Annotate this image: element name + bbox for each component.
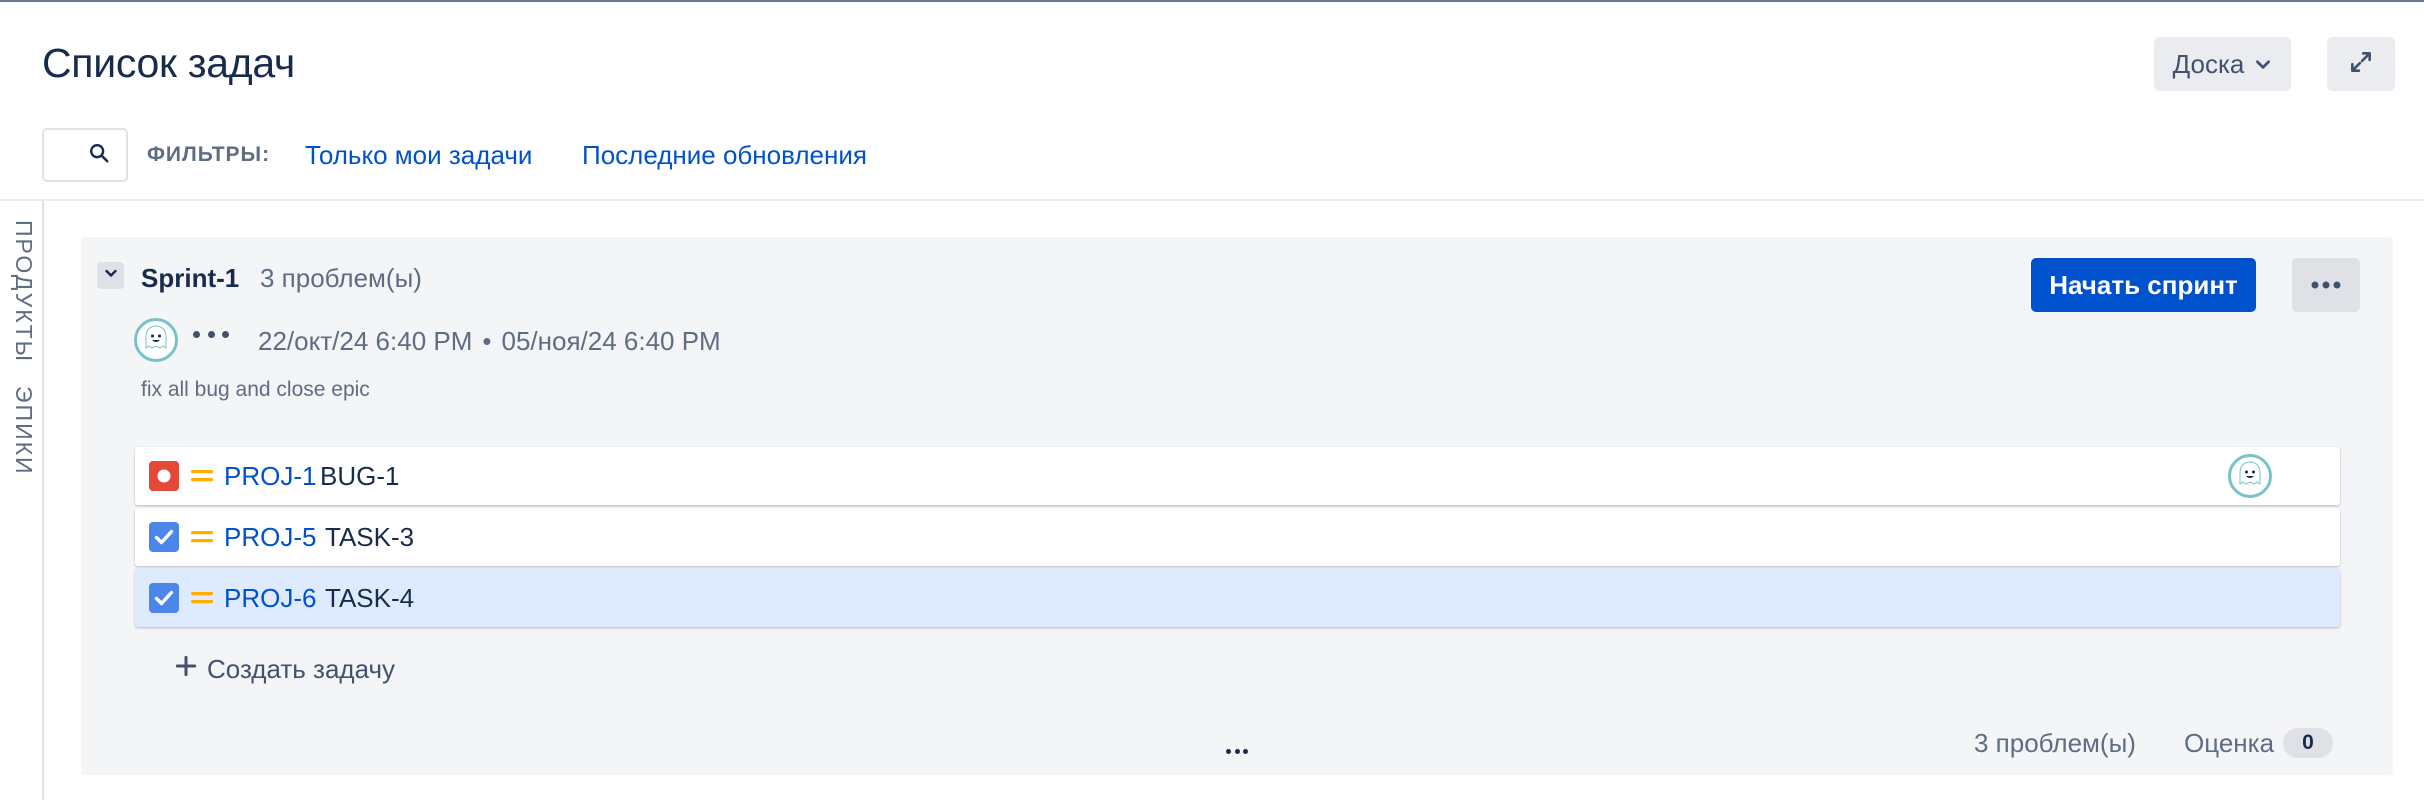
fullscreen-button[interactable] (2327, 37, 2395, 91)
filters-label: ФИЛЬТРЫ: (147, 143, 271, 166)
estimate-label: Оценка (2184, 728, 2275, 758)
sprint-end-date: 05/ноя/24 6:40 PM (501, 326, 721, 356)
avatar[interactable] (134, 318, 178, 362)
chevron-down-icon (2254, 49, 2272, 80)
create-issue-button[interactable]: Создать задачу (173, 653, 395, 686)
issue-key[interactable]: PROJ-1 (224, 461, 316, 492)
estimate-badge: 0 (2283, 728, 2333, 758)
sprint-container (81, 237, 2393, 775)
sprint-collapse-button[interactable] (97, 262, 124, 289)
filter-only-my-issues[interactable]: Только мои задачи (305, 140, 532, 171)
issue-summary: TASK-3 (325, 521, 415, 552)
filter-recently-updated[interactable]: Последние обновления (582, 140, 867, 171)
task-icon (149, 583, 179, 613)
side-tab-epics[interactable]: ЭПИКИ (10, 386, 37, 476)
issue-summary: BUG-1 (320, 460, 400, 491)
issue-row[interactable]: PROJ-1 BUG-1 (135, 447, 2340, 505)
chevron-down-icon (103, 265, 119, 286)
sprint-start-date: 22/окт/24 6:40 PM (258, 326, 473, 356)
bug-icon (149, 461, 179, 491)
issue-row[interactable]: PROJ-5 TASK-3 (135, 508, 2340, 566)
issue-key[interactable]: PROJ-5 (224, 522, 316, 553)
top-rule (0, 0, 2424, 2)
plus-icon (173, 653, 199, 686)
board-button-label: Доска (2172, 48, 2245, 79)
sprint-dates: 22/окт/24 6:40 PM • 05/ноя/24 6:40 PM (258, 326, 721, 357)
create-issue-label: Создать задачу (207, 654, 396, 684)
sprint-name: Sprint-1 (141, 263, 240, 293)
side-tab-versions[interactable]: ПРОДУКТЫ (10, 220, 37, 363)
start-sprint-button[interactable]: Начать спринт (2031, 258, 2256, 312)
issue-key[interactable]: PROJ-6 (224, 583, 316, 614)
date-separator: • (482, 326, 492, 356)
sprint-issue-count: 3 проблем(ы) (260, 263, 422, 293)
priority-medium-icon (190, 588, 214, 608)
issue-summary: TASK-4 (325, 582, 415, 613)
participants-more-button[interactable] (193, 322, 229, 346)
resize-handle[interactable] (1226, 747, 1248, 755)
assignee-avatar[interactable] (2228, 454, 2272, 498)
priority-medium-icon (190, 466, 214, 486)
footer-issue-count: 3 проблем(ы) (1974, 728, 2136, 758)
task-icon (149, 522, 179, 552)
sprint-goal: fix all bug and close epic (141, 378, 370, 401)
priority-medium-icon (190, 527, 214, 547)
search-icon (88, 142, 110, 169)
more-icon (2311, 276, 2341, 294)
board-dropdown-button[interactable]: Доска (2154, 37, 2291, 91)
search-input[interactable] (42, 128, 128, 182)
page-title: Список задач (42, 40, 295, 86)
sprint-more-button[interactable] (2292, 258, 2360, 312)
header-divider (0, 199, 2424, 201)
issue-row[interactable]: PROJ-6 TASK-4 (135, 569, 2340, 627)
expand-icon (2348, 49, 2374, 80)
